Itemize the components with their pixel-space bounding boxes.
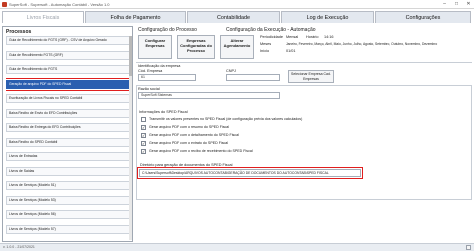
checkbox-checked[interactable]: ✓ [141, 124, 146, 130]
process-item[interactable]: Baixa Recibo do SPED Contábil [6, 137, 130, 147]
process-item[interactable]: Livros de Serviços (Modelo 53) [6, 195, 130, 205]
divider [136, 62, 472, 63]
start-label: Início [260, 49, 270, 53]
output-directory-field[interactable]: C:\Users\Supersoft\Desktop\ARQUIVOS AUTO… [137, 167, 363, 179]
window-title: SuperSoft - Supersoft - Automação Contáb… [9, 2, 110, 7]
change-schedule-button[interactable]: Alterar Agendamento [220, 35, 254, 59]
company-name-field[interactable]: SuperSoft Sistemas [138, 92, 280, 99]
checkbox-row[interactable]: ✓ Gerar arquivo PDF com o recibo de receb… [141, 148, 253, 154]
schedule-config-title: Configuração da Execução - Automação [226, 27, 316, 33]
app-logo-icon [2, 2, 7, 7]
checkbox-label: Gerar arquivo PDF com o detalhamento do … [149, 133, 239, 137]
resize-grip-icon[interactable] [466, 245, 471, 250]
checkbox-row[interactable]: ✓ Gerar arquivo PDF com o resumo do SPED … [141, 124, 229, 130]
tab-folha-de-pagamento[interactable]: Folha de Pagamento [85, 11, 186, 23]
time-label: Horário [306, 35, 319, 39]
process-config-title: Configuração do Processo [138, 27, 197, 33]
process-item[interactable]: Livros de Serviços (Modelo 51) [6, 181, 130, 190]
sped-options-label: Informações do SPED Fiscal [139, 110, 188, 114]
tab-contabilidade[interactable]: Contabilidade [187, 11, 280, 23]
configured-companies-button[interactable]: Empresas Configuradas do Processo [177, 35, 215, 59]
title-bar: SuperSoft - Supersoft - Automação Contáb… [0, 0, 474, 9]
tab-log-de-execucao[interactable]: Log de Execução [281, 11, 374, 23]
main-tabs: Livros Fiscais Folha de Pagamento Contab… [2, 11, 472, 23]
version-text: v. 1.0.0 - 21/07/2021 [3, 245, 35, 249]
checkbox-checked[interactable]: ✓ [141, 148, 146, 154]
process-list: Guia de Recolhimento do FGTS (GRF) - CSV… [6, 36, 130, 240]
company-code-label: Cód. Empresa [138, 69, 163, 73]
process-item[interactable]: Guia de Recolhimento FGTS (GRF) [6, 50, 130, 60]
cnpj-label: CNPJ [226, 69, 236, 73]
configure-companies-button[interactable]: Configurar Empresas [138, 35, 172, 59]
checkbox-label: Gerar arquivo PDF com o resumo do SPED F… [149, 125, 230, 129]
output-directory-label: Diretório para geração de documentos do … [140, 163, 233, 167]
process-list-scrollbar[interactable] [129, 36, 132, 240]
checkbox-label: Transmitir os valores presentes no SPED … [149, 117, 303, 121]
process-item[interactable]: Guia de Recolhimento do FGTS [6, 65, 130, 74]
process-panel: Processos Guia de Recolhimento do FGTS (… [2, 26, 133, 242]
process-item[interactable]: Geração de arquivo PDF do SPED Fiscal [6, 77, 130, 91]
scrollbar-thumb[interactable] [129, 36, 132, 76]
tab-livros-fiscais[interactable]: Livros Fiscais [2, 11, 84, 23]
checkbox-checked[interactable]: ✓ [141, 140, 146, 146]
company-name-label: Razão social [138, 87, 160, 91]
tab-configuracoes[interactable]: Configurações [375, 11, 471, 23]
company-code-field[interactable]: 61 [138, 74, 196, 81]
select-company-button[interactable]: Selecionar Empresa Cad. Empresas [288, 70, 334, 83]
process-panel-title: Processos [6, 29, 32, 35]
process-detail: Configuração do Processo Configurar Empr… [136, 26, 472, 242]
periodicity-label: Periodicidade [260, 35, 284, 39]
status-bar: v. 1.0.0 - 21/07/2021 [0, 243, 474, 251]
maximize-button[interactable]: □ [451, 0, 462, 8]
time-value: 14:16 [324, 35, 334, 39]
process-item[interactable]: Baixa Recibo de Entrega do EFD Contribui… [6, 123, 130, 132]
checkbox-label: Gerar arquivo PDF com o extrato do SPED … [149, 141, 229, 145]
minimize-button[interactable]: – [439, 0, 450, 8]
checkbox-row[interactable]: ✓ Gerar arquivo PDF com o detalhamento do… [141, 132, 239, 138]
checkbox-row[interactable]: ✓ Gerar arquivo PDF com o extrato do SPED… [141, 140, 228, 146]
process-item[interactable]: Livros de Serviços (Modelo 56) [6, 210, 130, 219]
checkbox[interactable] [141, 116, 146, 122]
process-item[interactable]: Livros de Saídas [6, 166, 130, 176]
months-value: Janeiro, Fevereiro, Março, Abril, Maio, … [286, 42, 438, 46]
process-item[interactable]: Livros de Serviços (Modelo 57) [6, 224, 130, 234]
close-button[interactable]: ✕ [463, 0, 474, 8]
process-item[interactable]: Escrituração de Livros Fiscais no SPED C… [6, 94, 130, 103]
periodicity-value: Mensal [286, 35, 299, 39]
start-value: 01/01 [286, 49, 296, 53]
checkbox-label: Gerar arquivo PDF com o recibo de recebi… [149, 149, 253, 153]
checkbox-row[interactable]: Transmitir os valores presentes no SPED … [141, 116, 302, 122]
checkbox-checked[interactable]: ✓ [141, 132, 146, 138]
process-item[interactable]: Livros de Entradas [6, 152, 130, 161]
company-section-label: Identificação da empresa [138, 64, 181, 68]
months-label: Meses [260, 42, 272, 46]
process-item[interactable]: Guia de Recolhimento do FGTS (GRF) - CSV… [6, 36, 130, 45]
process-item[interactable]: Baixa Recibo de Envio do EFD Contribuiçõ… [6, 108, 130, 118]
cnpj-field[interactable] [226, 74, 280, 81]
